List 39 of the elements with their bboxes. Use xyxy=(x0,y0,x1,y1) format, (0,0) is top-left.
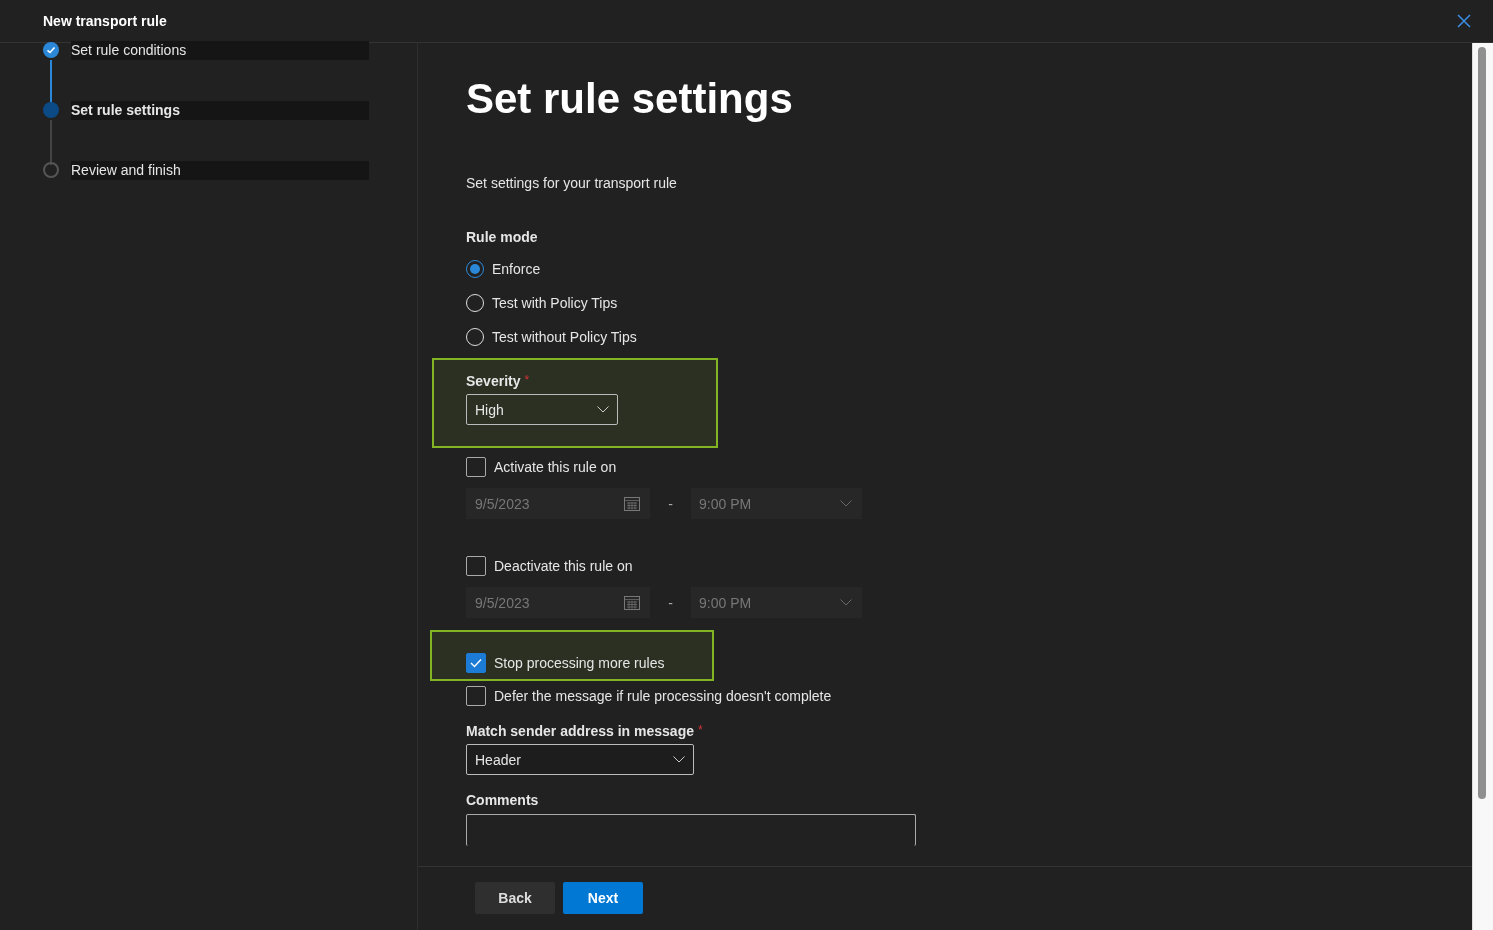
radio-label[interactable]: Test without Policy Tips xyxy=(492,328,637,345)
checkmark-icon xyxy=(470,658,482,668)
back-button[interactable]: Back xyxy=(475,881,555,914)
checkbox[interactable] xyxy=(466,556,486,576)
page-heading: Set rule settings xyxy=(466,74,794,124)
calendar-icon xyxy=(624,496,640,511)
dialog-title: New transport rule xyxy=(43,13,167,29)
required-mark: * xyxy=(698,723,703,737)
chevron-down-icon xyxy=(597,406,609,413)
checkbox[interactable] xyxy=(466,686,486,706)
field-label: Rule mode xyxy=(466,229,539,245)
severity-dropdown[interactable]: High xyxy=(466,394,618,425)
step-label[interactable]: Review and finish xyxy=(71,161,369,180)
chevron-down-icon xyxy=(673,756,685,763)
scrollbar[interactable] xyxy=(1472,43,1493,930)
field-label: Severity xyxy=(466,373,521,389)
radio-label[interactable]: Test with Policy Tips xyxy=(492,294,618,311)
step-label[interactable]: Set rule conditions xyxy=(71,41,369,60)
match-sender-dropdown[interactable]: Header xyxy=(466,744,694,775)
chevron-down-icon xyxy=(840,500,852,507)
calendar-icon xyxy=(624,595,640,610)
next-button[interactable]: Next xyxy=(563,881,643,914)
checkbox-label[interactable]: Activate this rule on xyxy=(494,459,617,475)
comments-field[interactable] xyxy=(466,814,916,846)
range-separator: - xyxy=(667,594,674,611)
field-label: Comments xyxy=(466,792,540,808)
chevron-down-icon xyxy=(840,599,852,606)
checkbox[interactable] xyxy=(466,457,486,477)
required-mark: * xyxy=(524,373,530,387)
checkbox-label[interactable]: Stop processing more rules xyxy=(494,655,665,671)
checkbox-label[interactable]: Deactivate this rule on xyxy=(494,558,633,574)
page-description: Set settings for your transport rule xyxy=(466,175,678,191)
checkbox-label[interactable]: Defer the message if rule processing doesn't complete xyxy=(494,688,832,704)
range-separator: - xyxy=(667,495,674,512)
field-label: Match sender address in message xyxy=(466,723,694,739)
close-icon[interactable] xyxy=(1457,14,1471,28)
checkbox[interactable] xyxy=(466,653,486,673)
step-label[interactable]: Set rule settings xyxy=(71,101,369,120)
radio-label[interactable]: Enforce xyxy=(492,260,541,277)
